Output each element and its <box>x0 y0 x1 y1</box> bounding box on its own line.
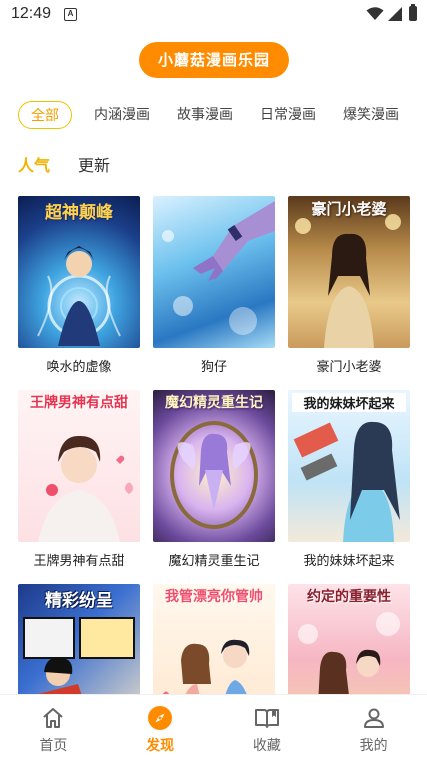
cover-title: 豪门小老婆 <box>311 200 387 218</box>
compass-icon <box>147 705 173 731</box>
cover-art <box>162 201 275 335</box>
category-tabs: 全部 内涵漫画 故事漫画 日常漫画 爆笑漫画 <box>18 100 426 130</box>
cover-title: 魔幻精灵重生记 <box>165 395 263 411</box>
user-icon <box>361 705 387 731</box>
sort-updated[interactable]: 更新 <box>78 152 110 176</box>
comic-card[interactable]: 精彩纷呈 <box>18 584 140 694</box>
tab-innuendo-comics[interactable]: 内涵漫画 <box>94 101 150 129</box>
tab-story-comics[interactable]: 故事漫画 <box>177 101 233 129</box>
cover-title: 精彩纷呈 <box>45 591 113 611</box>
comic-card[interactable]: 豪门小老婆 豪门小老婆 <box>288 196 410 375</box>
notification-icon: A <box>64 8 77 21</box>
comic-grid: 超神颠峰 唤水的虚像 狗仔 豪门小老婆 豪门小老婆 王牌男神有点甜 王牌男神有点… <box>18 196 410 694</box>
comic-title: 魔幻精灵重生记 <box>168 554 260 569</box>
cover-title: 王牌男神有点甜 <box>30 395 128 411</box>
app-title: 小蘑菇漫画乐园 <box>139 42 289 78</box>
cover-art <box>170 421 258 529</box>
tab-daily-comics[interactable]: 日常漫画 <box>260 101 316 129</box>
nav-home[interactable]: 首页 <box>0 695 107 760</box>
comic-cover[interactable] <box>153 196 275 348</box>
comic-card[interactable]: 我的妹妹坏起来 我的妹妹坏起来 <box>288 390 410 569</box>
comic-title: 王牌男神有点甜 <box>33 554 125 569</box>
comic-cover[interactable]: 魔幻精灵重生记 <box>153 390 275 542</box>
comic-title: 我的妹妹坏起来 <box>303 554 395 569</box>
nav-favorites[interactable]: 收藏 <box>214 695 321 760</box>
comic-title: 狗仔 <box>200 360 227 375</box>
sort-tabs: 人气 更新 <box>18 152 138 176</box>
battery-icon <box>409 4 417 21</box>
comic-cover[interactable]: 我的妹妹坏起来 <box>288 390 410 542</box>
comic-card[interactable]: 狗仔 <box>153 196 275 375</box>
status-time: 12:49 <box>11 5 52 22</box>
comic-title: 豪门小老婆 <box>316 360 382 375</box>
tab-all[interactable]: 全部 <box>18 101 72 129</box>
comic-cover[interactable]: 豪门小老婆 <box>288 196 410 348</box>
cover-art <box>38 435 133 542</box>
comic-cover[interactable]: 我管漂亮你管帅 <box>153 584 275 694</box>
cover-title: 我管漂亮你管帅 <box>165 589 263 605</box>
cover-art <box>293 421 400 542</box>
nav-label: 发现 <box>146 738 175 754</box>
comic-card[interactable]: 约定的重要性 <box>288 584 410 694</box>
comic-card[interactable]: 魔幻精灵重生记 魔幻精灵重生记 <box>153 390 275 569</box>
status-bar: 12:49 A <box>0 0 427 30</box>
comic-cover[interactable]: 约定的重要性 <box>288 584 410 694</box>
cover-title: 约定的重要性 <box>307 589 391 605</box>
comic-card[interactable]: 王牌男神有点甜 王牌男神有点甜 <box>18 390 140 569</box>
nav-profile[interactable]: 我的 <box>320 695 427 760</box>
comic-cover[interactable]: 王牌男神有点甜 <box>18 390 140 542</box>
nav-label: 首页 <box>39 738 68 754</box>
home-icon <box>40 705 66 731</box>
sort-popular[interactable]: 人气 <box>18 152 50 176</box>
bottom-navigation: 首页 发现 收藏 我的 <box>0 694 427 760</box>
nav-label: 我的 <box>359 738 388 754</box>
nav-label: 收藏 <box>252 738 281 754</box>
comic-card[interactable]: 超神颠峰 唤水的虚像 <box>18 196 140 375</box>
comic-card[interactable]: 我管漂亮你管帅 <box>153 584 275 694</box>
comic-cover[interactable]: 超神颠峰 <box>18 196 140 348</box>
wifi-icon <box>366 7 384 20</box>
comic-title: 唤水的虚像 <box>46 360 112 375</box>
tab-funny-comics[interactable]: 爆笑漫画 <box>343 101 399 129</box>
cover-title: 我的妹妹坏起来 <box>292 393 406 412</box>
book-icon <box>254 705 280 731</box>
signal-icon <box>388 7 402 21</box>
comic-cover[interactable]: 精彩纷呈 <box>18 584 140 694</box>
nav-discover[interactable]: 发现 <box>107 695 214 760</box>
cover-title: 超神颠峰 <box>45 203 113 223</box>
